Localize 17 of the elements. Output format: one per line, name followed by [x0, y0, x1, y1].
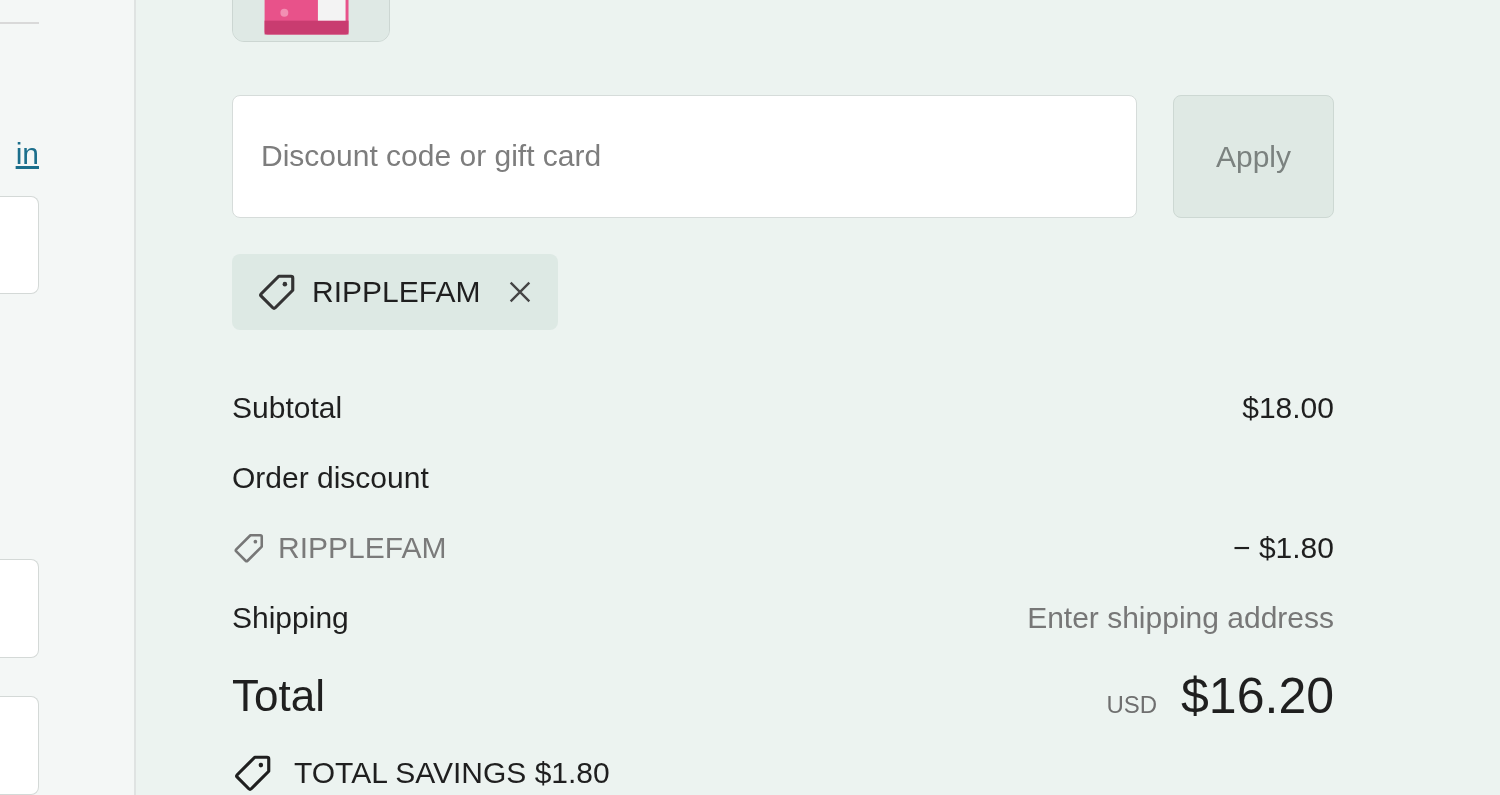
summary-value: − $1.80	[1233, 530, 1334, 567]
summary-label: Shipping	[232, 600, 349, 637]
summary-label: Order discount	[232, 460, 429, 497]
total-value: $16.20	[1181, 666, 1334, 726]
input-field[interactable]	[0, 696, 39, 795]
summary-label: Subtotal	[232, 390, 343, 427]
currency-code: USD	[1106, 689, 1158, 720]
savings-text: TOTAL SAVINGS $1.80	[294, 755, 610, 791]
discount-code: RIPPLEFAM	[312, 274, 481, 311]
input-field[interactable]	[0, 195, 39, 295]
discount-code-label: RIPPLEFAM	[278, 530, 447, 567]
summary-value: Enter shipping address	[1027, 600, 1334, 637]
total-label: Total	[232, 670, 325, 723]
input-field[interactable]	[0, 559, 39, 659]
sign-in-link[interactable]: in	[15, 133, 39, 174]
summary-value: $18.00	[1242, 390, 1334, 427]
discount-code-field[interactable]: Discount code or gift card	[232, 94, 1137, 218]
